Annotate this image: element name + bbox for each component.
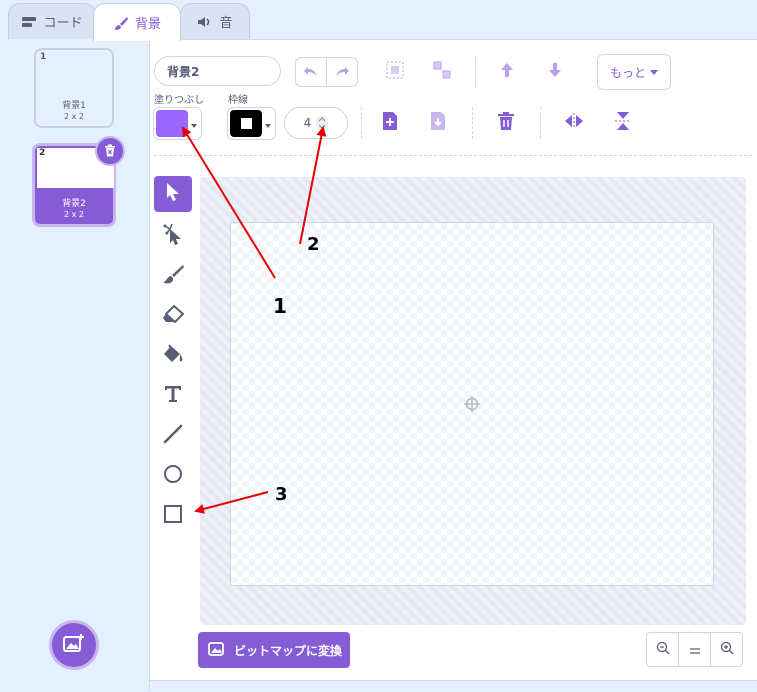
- annotation-arrow-1: [181, 126, 276, 279]
- brush-icon: [113, 15, 129, 31]
- annotation-arrows: [181, 126, 327, 514]
- annotation-label-2: 2: [307, 234, 320, 255]
- annotation-label-1: 1: [273, 294, 287, 318]
- annotation-label-3: 3: [275, 484, 288, 505]
- annotation-arrow-3: [194, 491, 269, 514]
- tab-backdrops-label: 背景: [134, 17, 161, 32]
- tab-backdrops[interactable]: 背景: [93, 3, 181, 41]
- annotation-arrow-2: [299, 126, 327, 245]
